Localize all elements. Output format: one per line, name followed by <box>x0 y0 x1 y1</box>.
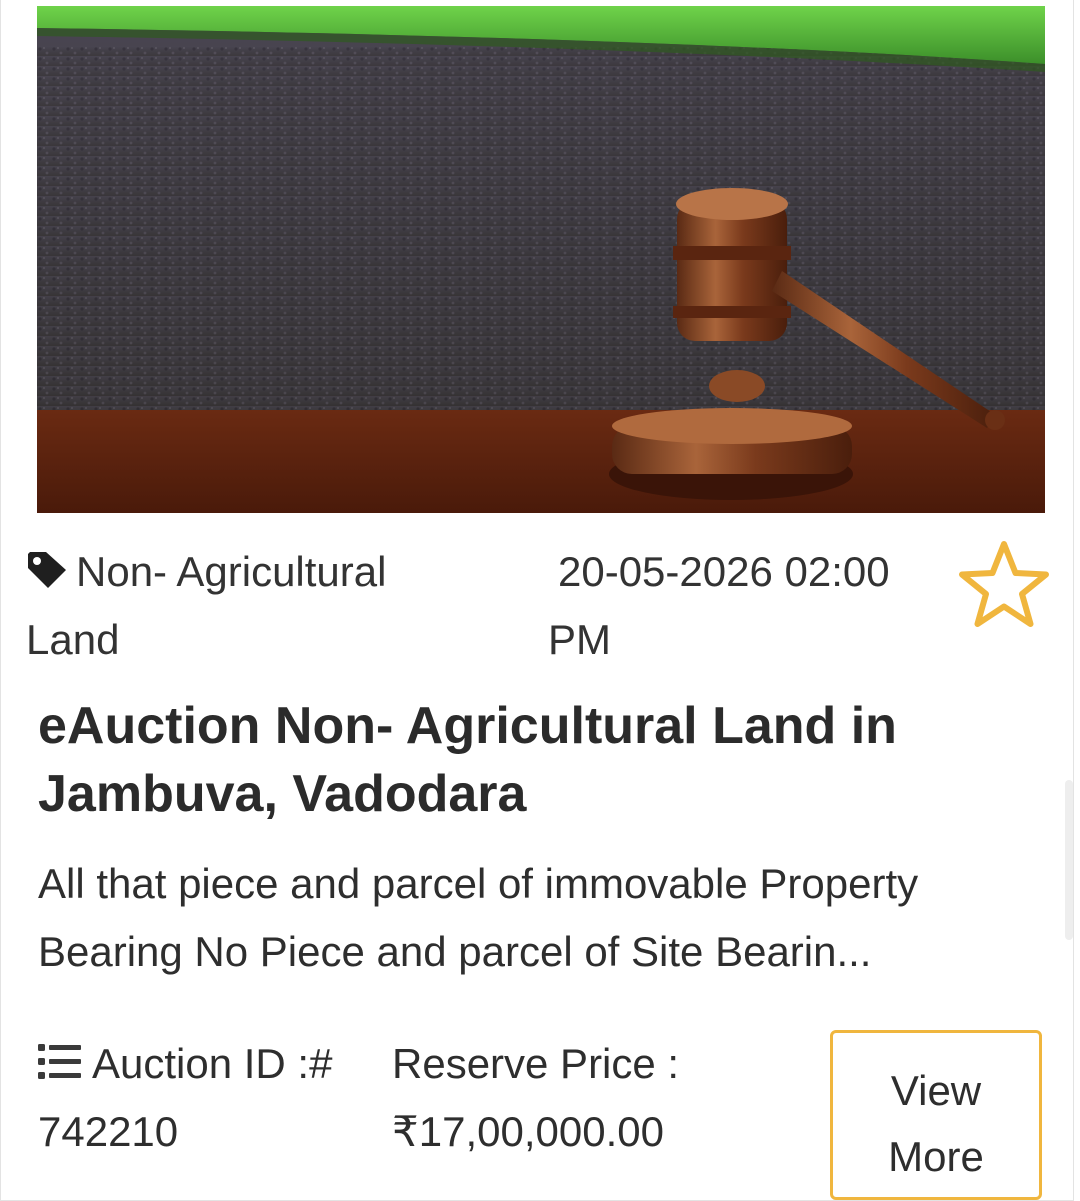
scrollbar[interactable] <box>1065 780 1073 940</box>
listing-details: Auction ID :# 742210 Reserve Price : ₹17… <box>38 1030 1048 1200</box>
category: Non- Agricultural Land <box>26 538 466 674</box>
reserve-price-value: ₹17,00,000.00 <box>392 1108 664 1155</box>
auction-id-value: 742210 <box>38 1108 179 1155</box>
tag-icon <box>26 542 70 588</box>
favorite-button[interactable] <box>956 538 1052 632</box>
listing-meta: Non- Agricultural Land 20-05-2026 02:00 … <box>26 538 1066 668</box>
reserve-price-label: Reserve Price : <box>392 1040 680 1087</box>
auction-id: Auction ID :# 742210 <box>38 1030 378 1166</box>
reserve-price: Reserve Price : ₹17,00,000.00 <box>392 1030 772 1166</box>
gavel-on-land-illustration <box>37 6 1045 513</box>
listing-description: All that piece and parcel of immovable P… <box>38 860 919 975</box>
category-label: Non- Agricultural Land <box>26 548 387 663</box>
auction-datetime: 20-05-2026 02:00 PM <box>548 548 890 663</box>
list-icon <box>38 1033 82 1079</box>
view-more-button[interactable]: View More <box>830 1030 1042 1200</box>
listing-image[interactable] <box>37 6 1045 513</box>
auction-listing-card: Non- Agricultural Land 20-05-2026 02:00 … <box>0 0 1074 1201</box>
star-outline-icon <box>959 541 1049 627</box>
listing-title[interactable]: eAuction Non- Agricultural Land in Jambu… <box>38 692 1028 828</box>
auction-id-label: Auction ID :# <box>92 1040 333 1087</box>
